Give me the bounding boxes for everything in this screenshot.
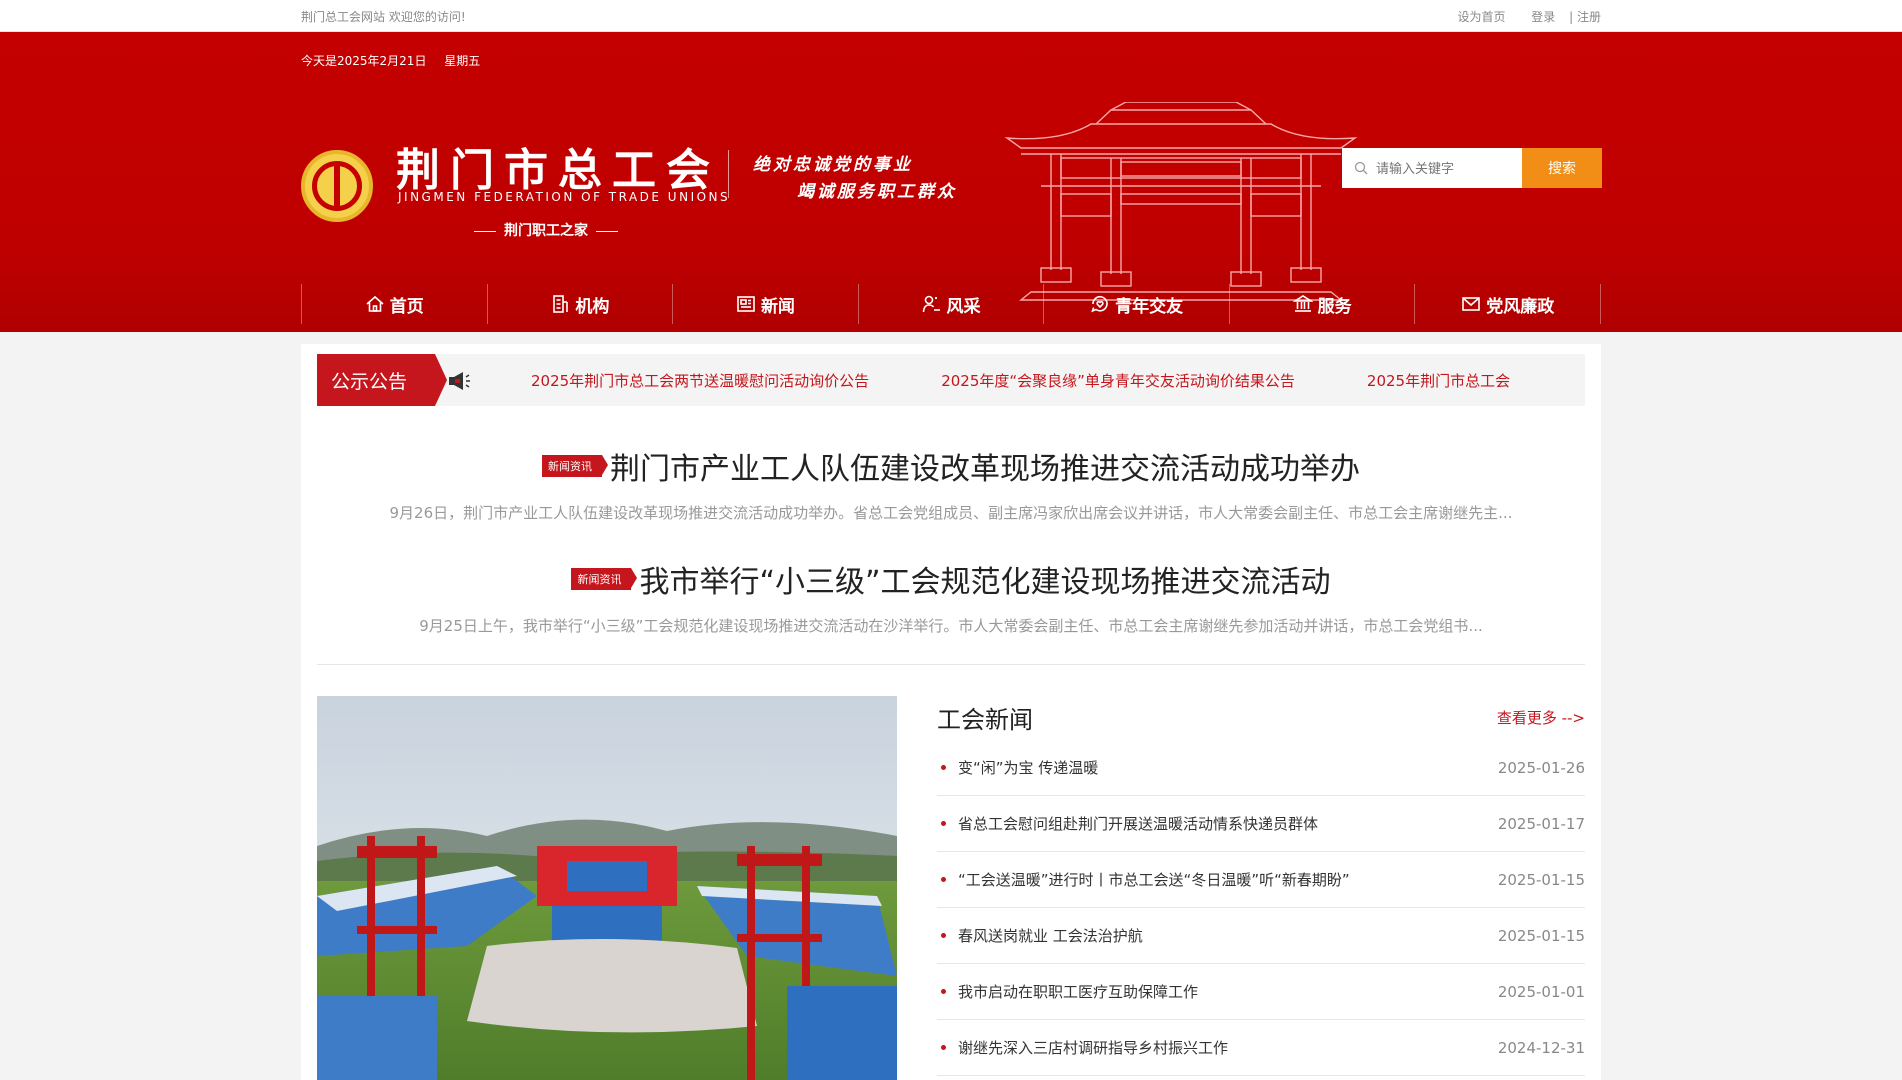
- set-homepage-link[interactable]: 设为首页: [1457, 10, 1505, 24]
- search-button[interactable]: 搜索: [1522, 148, 1602, 188]
- union-news-list: 变“闲”为宝 传递温暖 2025-01-26 省总工会慰问组赴荆门开展送温暖活动情…: [937, 740, 1585, 1076]
- section-divider: [317, 664, 1585, 665]
- main-nav: 首页 机构 新闻 风采 青年交友 服务 党风廉政: [301, 284, 1602, 324]
- notice-bar: 公示公告 2025年荆门市总工会两节送温暖慰问活动询价公告 2025年度“会聚良…: [317, 354, 1585, 406]
- nav-home-label: 首页: [389, 296, 424, 317]
- nav-youth-dating[interactable]: 青年交友: [1043, 284, 1229, 324]
- user-star-icon: [922, 295, 940, 313]
- nav-style-label: 风采: [946, 296, 981, 317]
- register-link[interactable]: | 注册: [1569, 10, 1601, 24]
- list-item[interactable]: “工会送温暖”进行时丨市总工会送“冬日温暖”听“新春期盼” 2025-01-15: [937, 852, 1585, 908]
- nav-party-integrity-label: 党风廉政: [1486, 296, 1555, 317]
- notice-item[interactable]: 2025年荆门市总工会两节送温暖慰问活动询价公告: [531, 370, 869, 391]
- nav-service-label: 服务: [1317, 296, 1352, 317]
- list-item[interactable]: 我市启动在职职工医疗互助保障工作 2025-01-01: [937, 964, 1585, 1020]
- site-title[interactable]: 荆门市总工会: [396, 134, 720, 198]
- view-more-link[interactable]: 查看更多 -->: [1497, 707, 1585, 728]
- news-item-date: 2025-01-17: [1497, 814, 1585, 833]
- news-item-title: 省总工会慰问组赴荆门开展送温暖活动情系快递员群体: [937, 813, 1318, 834]
- search-box: [1342, 148, 1522, 188]
- slogan-line-2: 竭诚服务职工群众: [797, 182, 957, 202]
- list-item[interactable]: 省总工会慰问组赴荆门开展送温暖活动情系快递员群体 2025-01-17: [937, 796, 1585, 852]
- list-item[interactable]: 春风送岗就业 工会法治护航 2025-01-15: [937, 908, 1585, 964]
- nav-service[interactable]: 服务: [1228, 284, 1415, 324]
- news-item-title: 我市启动在职职工医疗互助保障工作: [937, 981, 1198, 1002]
- nav-organization[interactable]: 机构: [486, 284, 673, 324]
- headline-article: 新闻资讯 荆门市产业工人队伍建设改革现场推进交流活动成功举办 9月26日，荆门市…: [301, 444, 1601, 523]
- welcome-text: 荆门总工会网站 欢迎您的访问!: [301, 9, 466, 24]
- headline-title-link[interactable]: 新闻资讯 我市举行“小三级”工会规范化建设现场推进交流活动: [571, 557, 1331, 601]
- mail-icon: [1462, 297, 1481, 311]
- institution-icon: [1292, 295, 1313, 312]
- search-bar: 搜索: [1342, 148, 1602, 188]
- building-icon: [553, 295, 569, 313]
- nav-news-label: 新闻: [760, 296, 795, 317]
- news-badge: 新闻资讯: [571, 568, 638, 590]
- newspaper-icon: [737, 296, 755, 312]
- nav-style[interactable]: 风采: [857, 284, 1044, 324]
- news-item-title: “工会送温暖”进行时丨市总工会送“冬日温暖”听“新春期盼”: [937, 869, 1350, 890]
- news-item-date: 2025-01-01: [1497, 982, 1585, 1001]
- slogan-line-1: 绝对忠诚党的事业: [753, 155, 913, 175]
- headline-article: 新闻资讯 我市举行“小三级”工会规范化建设现场推进交流活动 9月25日上午，我市…: [301, 557, 1601, 636]
- megaphone-icon: [449, 372, 470, 390]
- main-content: 公示公告 2025年荆门市总工会两节送温暖慰问活动询价公告 2025年度“会聚良…: [301, 344, 1601, 1080]
- news-item-title: 谢继先深入三店村调研指导乡村振兴工作: [937, 1037, 1228, 1058]
- union-emblem-icon[interactable]: [301, 150, 373, 222]
- logo-divider: [728, 150, 729, 198]
- heart-chat-icon: [1091, 296, 1108, 313]
- home-icon: [366, 295, 384, 312]
- headline-title: 荆门市产业工人队伍建设改革现场推进交流活动成功举办: [610, 452, 1360, 487]
- current-date: 今天是2025年2月21日 星期五: [301, 52, 494, 69]
- nav-home[interactable]: 首页: [301, 284, 487, 324]
- notice-scroll: 2025年荆门市总工会两节送温暖慰问活动询价公告 2025年度“会聚良缘”单身青…: [531, 354, 1582, 406]
- union-news-title: 工会新闻: [937, 705, 1033, 734]
- news-item-date: 2025-01-15: [1497, 870, 1585, 889]
- list-item[interactable]: 谢继先深入三店村调研指导乡村振兴工作 2024-12-31: [937, 1020, 1585, 1076]
- top-links: 设为首页 登录 | 注册: [1435, 8, 1601, 25]
- news-item-title: 变“闲”为宝 传递温暖: [937, 757, 1098, 778]
- login-link[interactable]: 登录: [1531, 10, 1555, 24]
- notice-tag: 公示公告: [317, 354, 447, 406]
- news-item-date: 2025-01-26: [1497, 758, 1585, 777]
- top-utility-bar: 荆门总工会网站 欢迎您的访问! 设为首页 登录 | 注册: [0, 0, 1902, 32]
- news-item-date: 2025-01-15: [1497, 926, 1585, 945]
- list-item[interactable]: 变“闲”为宝 传递温暖 2025-01-26: [937, 740, 1585, 796]
- archway-illustration: [1004, 102, 1358, 301]
- site-header: 今天是2025年2月21日 星期五 荆门市总工会 JINGMEN FEDERAT…: [0, 32, 1902, 332]
- headline-summary: 9月25日上午，我市举行“小三级”工会规范化建设现场推进交流活动在沙洋举行。市人…: [419, 617, 1483, 635]
- site-title-english: JINGMEN FEDERATION OF TRADE UNIONS: [398, 190, 731, 204]
- search-icon: [1354, 161, 1368, 175]
- news-photo[interactable]: [317, 696, 897, 1080]
- weekday-text: 星期五: [444, 54, 481, 68]
- headline-title: 我市举行“小三级”工会规范化建设现场推进交流活动: [639, 565, 1331, 600]
- nav-organization-label: 机构: [575, 296, 610, 317]
- nav-youth-dating-label: 青年交友: [1115, 296, 1184, 317]
- headline-title-link[interactable]: 新闻资讯 荆门市产业工人队伍建设改革现场推进交流活动成功举办: [542, 444, 1360, 488]
- search-input[interactable]: [1376, 160, 1506, 176]
- notice-item[interactable]: 2025年荆门市总工会: [1367, 370, 1510, 391]
- union-news-header: 工会新闻 查看更多 -->: [937, 696, 1585, 738]
- union-news-panel: 工会新闻 查看更多 --> 变“闲”为宝 传递温暖 2025-01-26 省总工会…: [937, 696, 1585, 1076]
- headline-summary: 9月26日，荆门市产业工人队伍建设改革现场推进交流活动成功举办。省总工会党组成员…: [389, 504, 1513, 522]
- notice-item[interactable]: 2025年度“会聚良缘”单身青年交友活动询价结果公告: [941, 370, 1295, 391]
- news-badge: 新闻资讯: [542, 455, 608, 477]
- nav-party-integrity[interactable]: 党风廉政: [1414, 284, 1602, 324]
- site-subtitle: 荆门职工之家: [466, 220, 626, 240]
- news-item-date: 2024-12-31: [1497, 1038, 1585, 1057]
- news-item-title: 春风送岗就业 工会法治护航: [937, 925, 1143, 946]
- nav-news[interactable]: 新闻: [672, 284, 858, 324]
- date-text: 今天是2025年2月21日: [301, 54, 427, 68]
